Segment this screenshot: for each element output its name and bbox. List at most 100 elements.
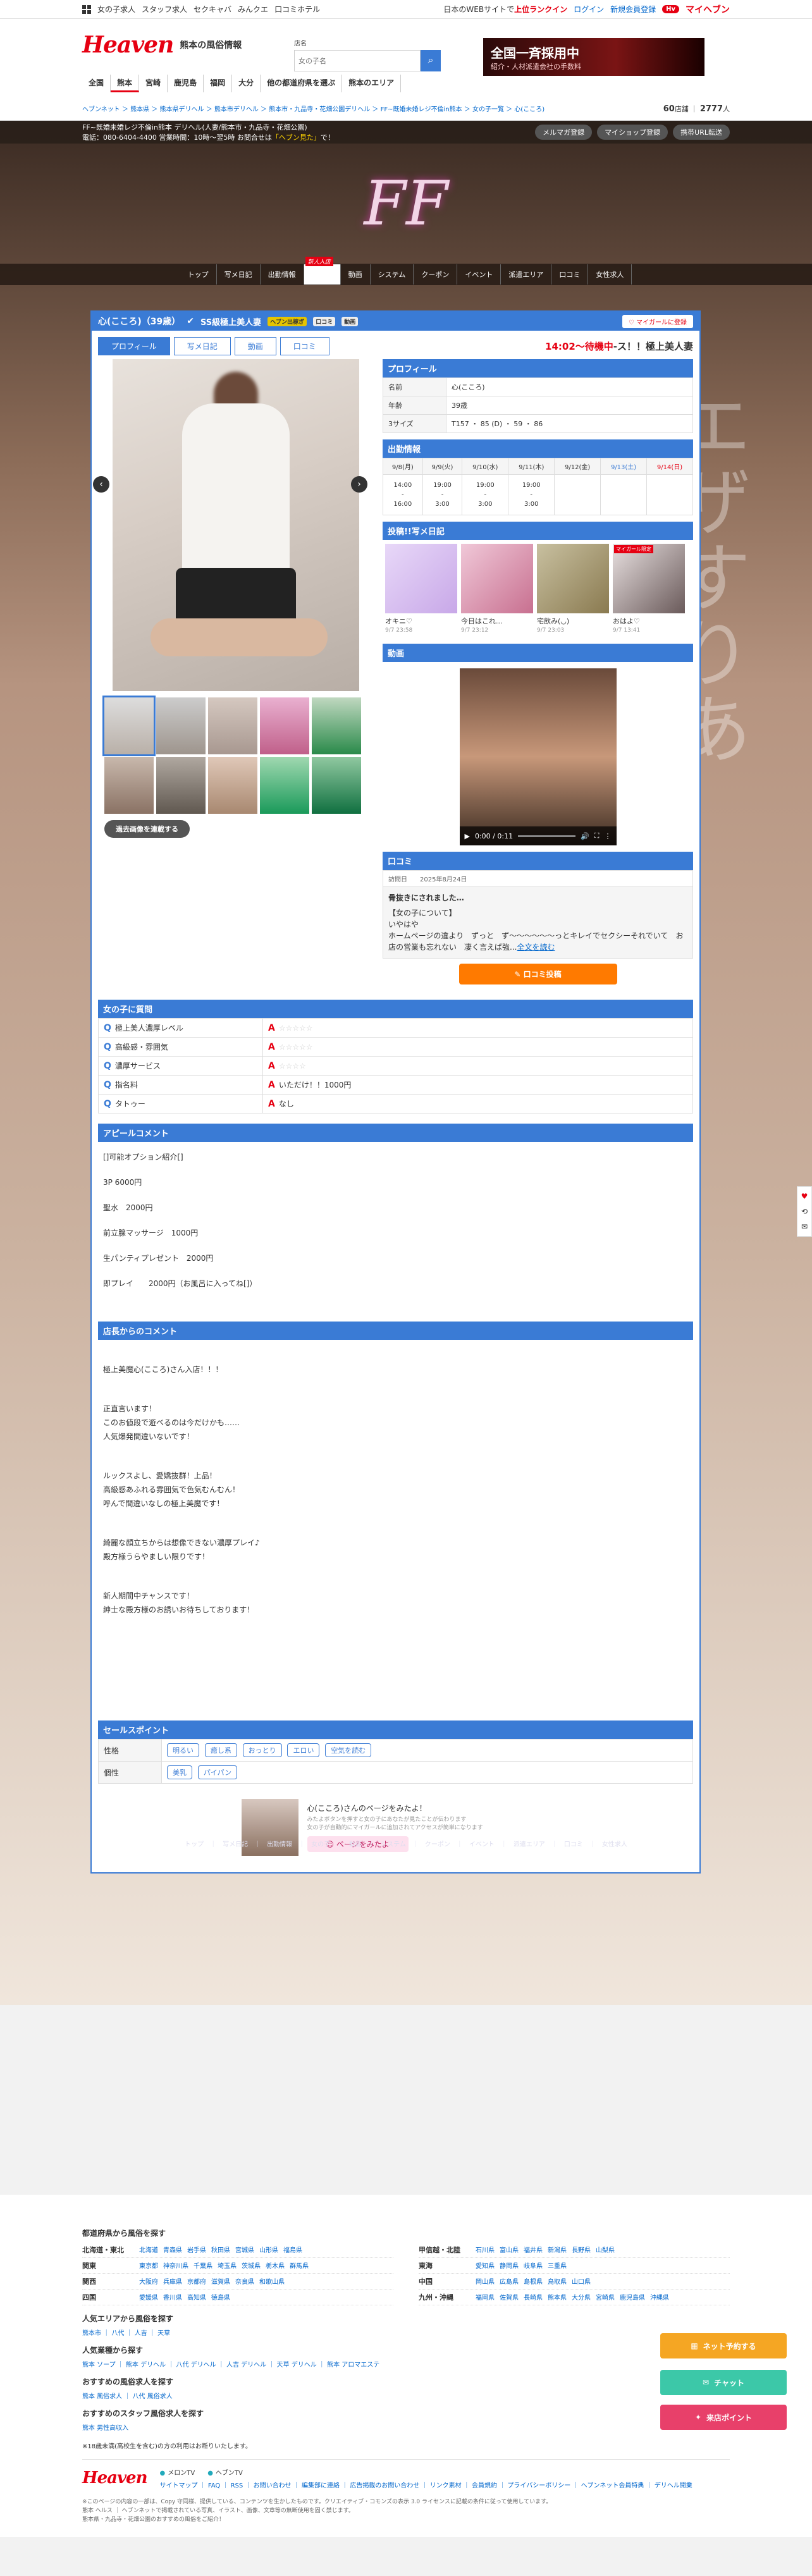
prefecture-link[interactable]: 東京都 bbox=[139, 2260, 158, 2271]
shop-nav-review[interactable]: 口コミ bbox=[551, 264, 589, 285]
footer-pop-genre-links[interactable]: 熊本 ソープ ｜ 熊本 デリヘル ｜ 八代 デリヘル ｜ 人吉 デリヘル ｜ 天… bbox=[82, 2359, 730, 2369]
prefecture-link[interactable]: 群馬県 bbox=[290, 2260, 309, 2271]
prefecture-link[interactable]: 岩手県 bbox=[187, 2245, 206, 2255]
sales-tag[interactable]: エロい bbox=[287, 1743, 320, 1757]
photo-thumb[interactable] bbox=[104, 757, 154, 814]
prefecture-link[interactable]: 静岡県 bbox=[500, 2260, 519, 2271]
shop-logo[interactable]: FF bbox=[0, 144, 812, 264]
more-icon[interactable]: ⋮ bbox=[605, 832, 612, 840]
top-link-minkue[interactable]: みんクエ bbox=[238, 4, 268, 15]
shop-nav-top[interactable]: トップ bbox=[180, 264, 217, 285]
prev-photo-icon[interactable]: ‹ bbox=[93, 476, 109, 493]
sales-tag[interactable]: 癒し系 bbox=[204, 1743, 237, 1757]
prefecture-link[interactable]: 鹿児島県 bbox=[620, 2292, 645, 2302]
shop-nav-schedule[interactable]: 出勤情報 bbox=[261, 264, 304, 285]
shop-nav-system[interactable]: システム bbox=[371, 264, 414, 285]
prefecture-link[interactable]: 愛媛県 bbox=[139, 2292, 158, 2302]
heaven-logo[interactable]: Heaven bbox=[82, 32, 174, 58]
visit-point-button[interactable]: ✦ 来店ポイント bbox=[660, 2405, 787, 2430]
prefecture-link[interactable]: 山口県 bbox=[572, 2276, 591, 2286]
prefecture-link[interactable]: 福井県 bbox=[524, 2245, 543, 2255]
prefecture-link[interactable]: 長崎県 bbox=[524, 2292, 543, 2302]
prefecture-link[interactable]: 新潟県 bbox=[548, 2245, 567, 2255]
tab-video[interactable]: 動画 bbox=[234, 337, 276, 355]
prefecture-link[interactable]: 山形県 bbox=[259, 2245, 278, 2255]
video-seekbar[interactable] bbox=[518, 835, 576, 837]
prefecture-link[interactable]: 香川県 bbox=[163, 2292, 182, 2302]
shop-nav-recruit[interactable]: 女性求人 bbox=[588, 264, 632, 285]
prefecture-link[interactable]: 奈良県 bbox=[235, 2276, 254, 2286]
prefecture-link[interactable]: 秋田県 bbox=[211, 2245, 230, 2255]
hero-footer-links[interactable]: トップ ｜ 写メ日記 ｜ 出勤情報 ｜ 女の子 ｜ 動画 ｜ システム ｜ クー… bbox=[0, 1839, 812, 1851]
review-more-link[interactable]: 全文を読む bbox=[517, 943, 555, 952]
footer-links[interactable]: サイトマップ ｜ FAQ ｜ RSS ｜ お問い合わせ ｜ 編集部に連絡 ｜ 広… bbox=[160, 2481, 692, 2491]
mobile-url-button[interactable]: 携帯URL転送 bbox=[673, 125, 730, 140]
top-link-hotel[interactable]: 口コミホテル bbox=[274, 4, 320, 15]
net-reserve-button[interactable]: ▦ ネット予約する bbox=[660, 2333, 787, 2358]
photo-thumb[interactable] bbox=[260, 697, 309, 754]
prefecture-link[interactable]: 佐賀県 bbox=[500, 2292, 519, 2302]
photo-thumb[interactable] bbox=[156, 697, 206, 754]
prefecture-link[interactable]: 徳島県 bbox=[211, 2292, 230, 2302]
prefecture-link[interactable]: 京都府 bbox=[187, 2276, 206, 2286]
prefecture-link[interactable]: 福岡県 bbox=[476, 2292, 495, 2302]
list-item[interactable]: 今日はこれ... 9/7 23:12 bbox=[461, 544, 533, 634]
sales-tag[interactable]: パイパン bbox=[197, 1765, 238, 1779]
photo-thumb[interactable] bbox=[102, 696, 156, 756]
volume-icon[interactable]: 🔊 bbox=[581, 832, 589, 840]
search-button[interactable]: ⌕ bbox=[421, 50, 441, 71]
shop-nav-area[interactable]: 派遣エリア bbox=[501, 264, 552, 285]
top-link-girl-jobs[interactable]: 女の子求人 bbox=[97, 4, 135, 15]
area-nav-miyazaki[interactable]: 宮崎 bbox=[139, 75, 168, 92]
photo-thumb[interactable] bbox=[208, 757, 257, 814]
prefecture-link[interactable]: 千葉県 bbox=[194, 2260, 212, 2271]
prefecture-link[interactable]: 島根県 bbox=[524, 2276, 543, 2286]
prefecture-link[interactable]: 長野県 bbox=[572, 2245, 591, 2255]
heart-icon[interactable]: ♥ bbox=[801, 1192, 808, 1201]
prefecture-link[interactable]: 岐阜県 bbox=[524, 2260, 543, 2271]
fullscreen-icon[interactable]: ⛶ bbox=[594, 831, 600, 840]
main-photo[interactable] bbox=[112, 359, 359, 691]
prefecture-link[interactable]: 神奈川県 bbox=[163, 2260, 188, 2271]
shop-nav-event[interactable]: イベント bbox=[457, 264, 501, 285]
prefecture-link[interactable]: 高知県 bbox=[187, 2292, 206, 2302]
search-input[interactable] bbox=[294, 50, 421, 71]
photo-thumb[interactable] bbox=[312, 757, 361, 814]
breadcrumb-path[interactable]: ヘブンネット ＞ 熊本県 ＞ 熊本県デリヘル ＞ 熊本市デリヘル ＞ 熊本市・九… bbox=[82, 104, 544, 114]
area-nav-kumamoto-areas[interactable]: 熊本のエリア bbox=[342, 75, 402, 92]
list-item[interactable]: マイガール限定 おはよ♡ 9/7 13:41 bbox=[613, 544, 685, 634]
review-post-button[interactable]: ✎ 口コミ投稿 bbox=[458, 964, 617, 984]
photo-thumb[interactable] bbox=[260, 757, 309, 814]
footer-pop-area-links[interactable]: 熊本市 ｜ 八代 ｜ 人吉 ｜ 天草 bbox=[82, 2328, 730, 2337]
prefecture-link[interactable]: 愛知県 bbox=[476, 2260, 495, 2271]
login-link[interactable]: ログイン bbox=[574, 4, 604, 15]
chat-button[interactable]: ✉ チャット bbox=[660, 2370, 787, 2395]
prefecture-link[interactable]: 富山県 bbox=[500, 2245, 519, 2255]
myshop-button[interactable]: マイショップ登録 bbox=[597, 125, 668, 140]
area-nav-oita[interactable]: 大分 bbox=[232, 75, 261, 92]
sales-tag[interactable]: おっとり bbox=[242, 1743, 282, 1757]
prefecture-link[interactable]: 大分県 bbox=[572, 2292, 591, 2302]
prefecture-link[interactable]: 三重県 bbox=[548, 2260, 567, 2271]
next-photo-icon[interactable]: › bbox=[351, 476, 367, 493]
prefecture-link[interactable]: 茨城県 bbox=[242, 2260, 261, 2271]
mailmag-button[interactable]: メルマガ登録 bbox=[535, 125, 593, 140]
photo-thumb[interactable] bbox=[208, 697, 257, 754]
header-banner[interactable]: 全国一斉採用中 紹介・人材派遣会社の手数料 bbox=[483, 38, 704, 76]
list-item[interactable]: 宅飲み(◡) 9/7 23:03 bbox=[537, 544, 609, 634]
prefecture-link[interactable]: 鳥取県 bbox=[548, 2276, 567, 2286]
area-nav-other-prefs[interactable]: 他の都道府県を選ぶ bbox=[261, 75, 343, 92]
footer-logo[interactable]: Heaven bbox=[82, 2469, 148, 2487]
prefecture-link[interactable]: 沖縄県 bbox=[650, 2292, 669, 2302]
tab-diary[interactable]: 写メ日記 bbox=[173, 337, 231, 355]
prefecture-link[interactable]: 山梨県 bbox=[596, 2245, 615, 2255]
sales-tag[interactable]: 美乳 bbox=[167, 1765, 192, 1779]
prefecture-link[interactable]: 兵庫県 bbox=[163, 2276, 182, 2286]
shop-nav-coupon[interactable]: クーポン bbox=[414, 264, 458, 285]
list-item[interactable]: オキニ♡ 9/7 23:58 bbox=[385, 544, 457, 634]
area-nav-kagoshima[interactable]: 鹿児島 bbox=[168, 75, 204, 92]
top-link-staff-jobs[interactable]: スタッフ求人 bbox=[142, 4, 187, 15]
video-player[interactable]: ▶ 0:00 / 0:11 🔊 ⛶ ⋮ bbox=[459, 668, 617, 845]
sales-tag[interactable]: 空気を読む bbox=[325, 1743, 372, 1757]
service-link-melon[interactable]: メロンTV bbox=[160, 2469, 195, 2479]
